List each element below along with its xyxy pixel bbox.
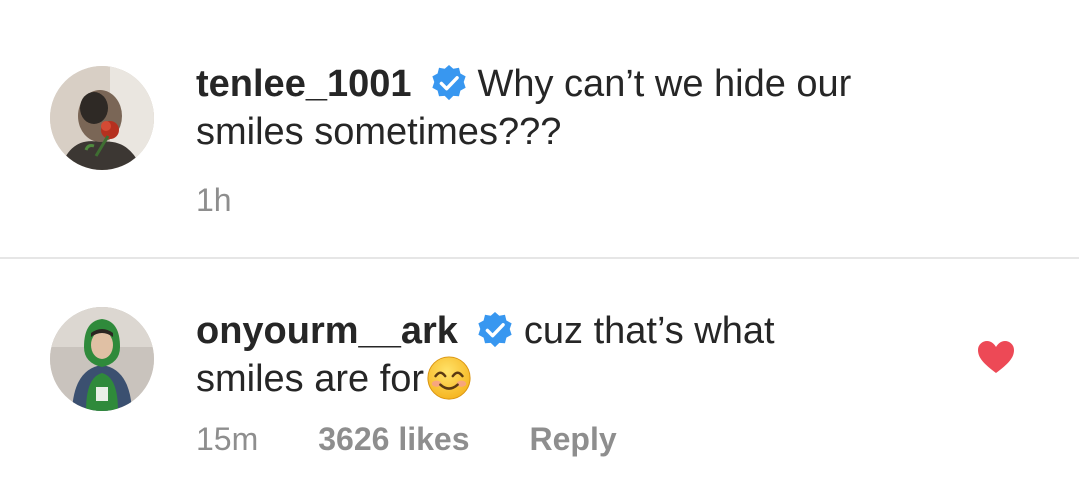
smiling-face-emoji-icon [426, 355, 472, 401]
comment-text-line2: smiles sometimes??? [196, 111, 562, 153]
likes-count[interactable]: 3626 likes [318, 419, 469, 459]
comment-timestamp: 1h [196, 182, 232, 218]
comment-username[interactable]: tenlee_1001 [196, 63, 412, 105]
comment-text-line1: cuz that’s what [523, 310, 775, 352]
verified-badge-icon [476, 311, 514, 349]
comment-text-line2: smiles are for [196, 358, 425, 400]
comment-item: tenlee_1001 Why can’t we hide our smiles … [0, 0, 1079, 257]
comment-body: tenlee_1001 Why can’t we hide our smiles … [196, 60, 936, 156]
comment-username[interactable]: onyourm__ark [196, 310, 458, 352]
heart-icon[interactable] [976, 339, 1016, 375]
comment-timestamp: 15m [196, 421, 259, 457]
comment-text-line1: Why can’t we hide our [477, 63, 852, 105]
reply-button[interactable]: Reply [530, 419, 617, 459]
comment-body: onyourm__ark cuz that’s what smiles are f… [196, 307, 936, 403]
comment-meta: 1h [196, 180, 232, 220]
verified-badge-icon [430, 64, 468, 102]
comment-item: onyourm__ark cuz that’s what smiles are f… [0, 259, 1079, 493]
comment-meta: 15m 3626 likes Reply [196, 419, 617, 459]
avatar[interactable] [50, 307, 154, 411]
avatar[interactable] [50, 66, 154, 170]
